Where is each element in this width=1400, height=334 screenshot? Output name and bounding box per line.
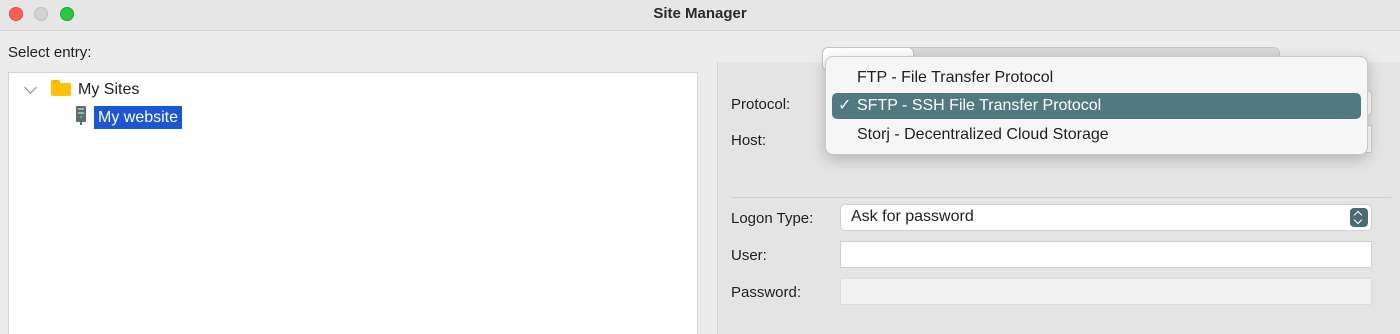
server-icon [76,106,86,125]
select-entry-label: Select entry: [8,44,92,61]
dropdown-option-ftp[interactable]: FTP - File Transfer Protocol [832,65,1361,91]
protocol-dropdown-menu: FTP - File Transfer Protocol ✓ SFTP - SS… [825,56,1368,155]
tree-item-my-sites[interactable]: My Sites [78,81,139,99]
password-input[interactable] [840,278,1372,305]
user-input[interactable] [840,241,1372,268]
select-stepper-icon [1350,208,1368,227]
logon-type-select[interactable]: Ask for password [840,204,1372,231]
password-label: Password: [731,284,802,301]
logon-type-label: Logon Type: [731,210,814,227]
protocol-label: Protocol: [731,96,791,113]
folder-icon [51,80,71,96]
dropdown-option-sftp[interactable]: ✓ SFTP - SSH File Transfer Protocol [832,93,1361,119]
separator [731,197,1391,198]
host-label: Host: [731,132,767,149]
chevron-down-icon[interactable] [24,81,37,94]
dropdown-option-storj[interactable]: Storj - Decentralized Cloud Storage [832,122,1361,148]
site-tree[interactable]: My Sites My website [8,72,698,334]
window-title: Site Manager [653,5,747,22]
tree-item-my-website[interactable]: My website [94,106,183,129]
checkmark-icon: ✓ [838,97,852,114]
user-label: User: [731,247,767,264]
title-bar: Site Manager [0,0,1400,31]
logon-type-value: Ask for password [851,208,974,225]
